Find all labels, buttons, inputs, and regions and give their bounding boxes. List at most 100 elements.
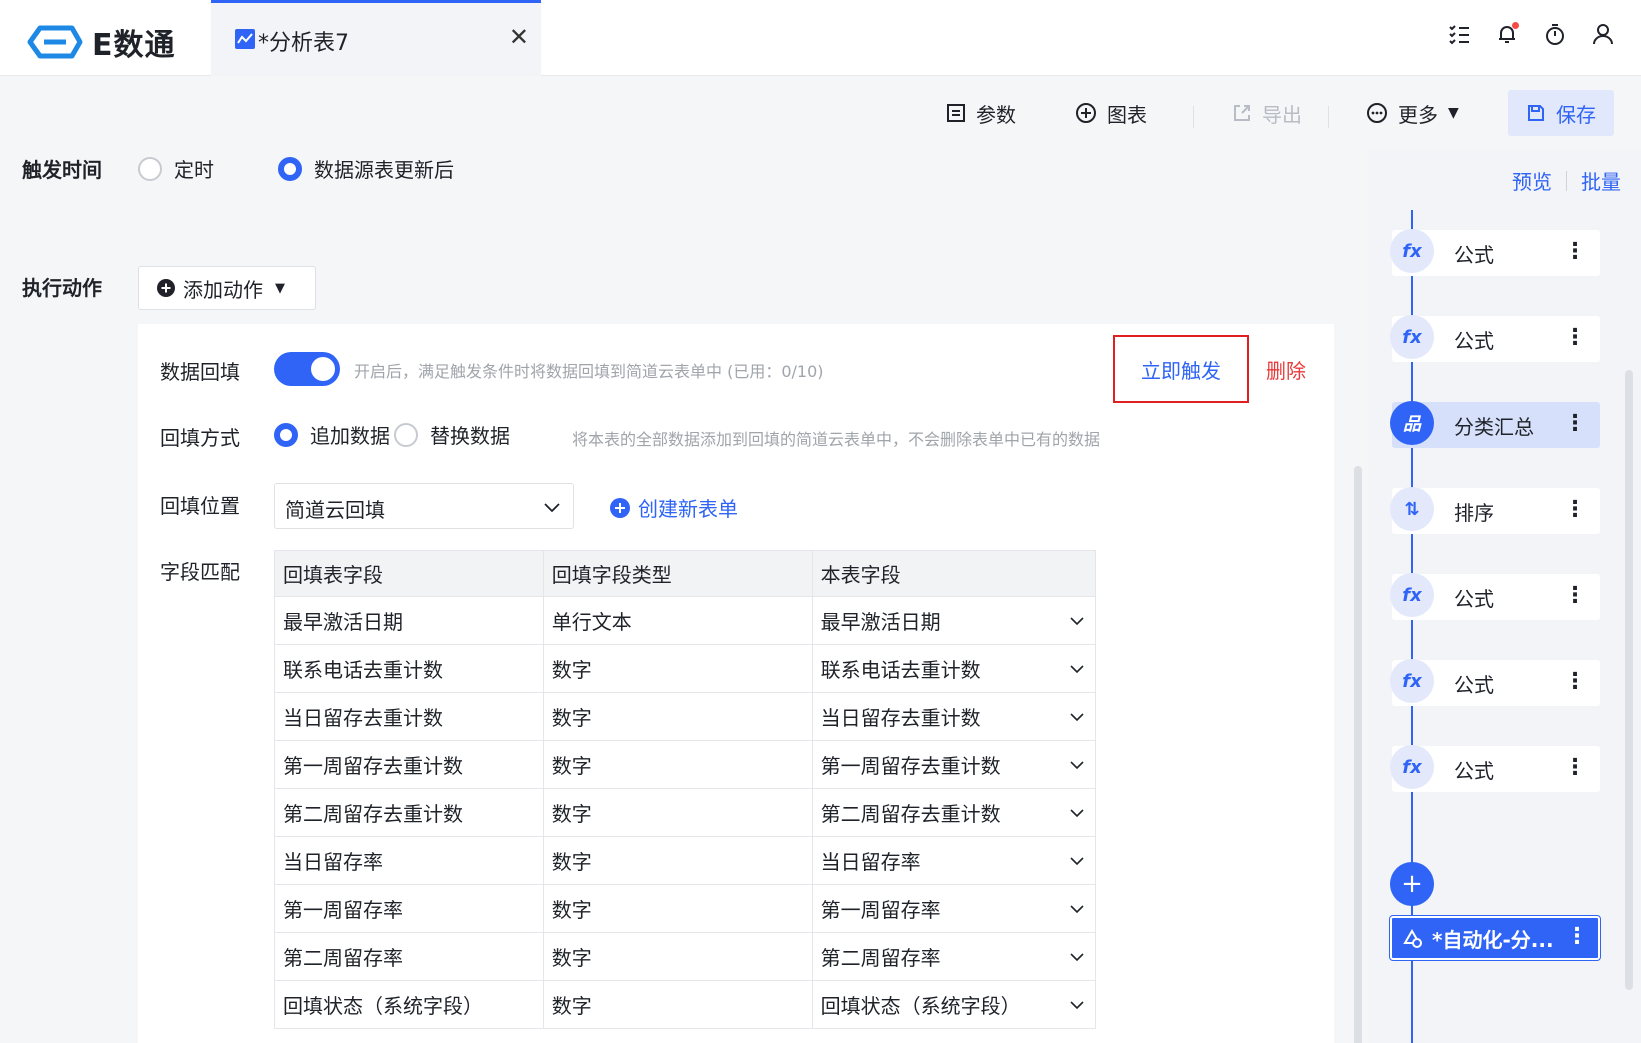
chevron-down-icon <box>1070 713 1084 722</box>
trigger-option-scheduled[interactable]: 定时 <box>138 154 214 183</box>
app-logo[interactable]: E数通 <box>26 22 176 63</box>
params-icon <box>947 104 965 122</box>
trigger-option-source-updated[interactable]: 数据源表更新后 <box>278 154 454 183</box>
automation-icon <box>1403 929 1422 948</box>
divider <box>1566 170 1567 191</box>
source-field-select[interactable]: 当日留存去重计数 <box>811 692 1097 741</box>
table-row: 第一周留存率 数字 第一周留存率 <box>274 884 1097 933</box>
source-field-select[interactable]: 第二周留存率 <box>811 932 1097 981</box>
backfill-toggle[interactable] <box>274 352 340 386</box>
step-node[interactable]: fx 公式 ⋮ <box>1390 315 1600 362</box>
cell-text: 当日留存去重计数 <box>820 706 981 730</box>
step-sidebar: 预览 批量 fx 公式 ⋮ fx 公式 ⋮ 品分类汇总 ⋮ ⇅ 排序 ⋮ fx 公式 ⋮ fx 公式 ⋮ fx 公式… <box>1370 150 1641 1043</box>
mode-option-label: 追加数据 <box>310 424 390 448</box>
cell-text: 当日留存去重计数 <box>283 706 443 730</box>
notification-dot <box>1512 22 1519 29</box>
table-cell: 第一周留存率 <box>274 884 544 933</box>
chart-label: 图表 <box>1107 102 1147 127</box>
preview-link[interactable]: 预览 <box>1512 166 1552 195</box>
source-field-select[interactable]: 回填状态（系统字段） <box>811 980 1097 1029</box>
backfill-location-select[interactable]: 简道云回填 <box>274 483 574 529</box>
step-label: 公式 <box>1454 758 1494 783</box>
mode-option-replace[interactable]: 替换数据 <box>394 420 510 449</box>
top-bar: E数通 *分析表7 ✕ <box>0 0 1641 76</box>
tab-close-icon[interactable]: ✕ <box>509 23 529 51</box>
tab-title: *分析表7 <box>258 31 349 56</box>
cell-text: 第二周留存率 <box>283 946 403 970</box>
cell-text: 数字 <box>551 754 592 778</box>
more-vertical-icon[interactable]: ⋮ <box>1564 496 1586 524</box>
cell-text: 第二周留存去重计数 <box>283 802 463 826</box>
chart-button[interactable]: 图表 <box>1075 90 1147 136</box>
create-form-link[interactable]: 创建新表单 <box>610 493 738 522</box>
radio-scheduled[interactable] <box>138 156 162 181</box>
backfill-hint: 开启后，满足触发条件时将数据回填到简道云表单中 (已用：0/10) <box>354 362 824 381</box>
toolbar: 参数 图表 导出 更多 ▼ 保存 <box>0 76 1641 150</box>
main-scrollbar[interactable] <box>1354 466 1362 1043</box>
caret-down-icon: ▼ <box>1448 105 1459 121</box>
table-cell: 回填状态（系统字段） <box>274 980 544 1029</box>
trigger-option-label: 数据源表更新后 <box>314 158 454 182</box>
more-button[interactable]: 更多 ▼ <box>1366 90 1459 136</box>
stopwatch-icon[interactable] <box>1543 22 1567 46</box>
save-button[interactable]: 保存 <box>1508 90 1614 136</box>
tab-analysis-sheet[interactable]: *分析表7 ✕ <box>211 0 541 76</box>
trigger-now-button[interactable]: 立即触发 <box>1113 335 1249 403</box>
chevron-down-icon <box>1070 617 1084 626</box>
automation-step[interactable]: *自动化-分... ⋮ <box>1389 915 1601 961</box>
source-field-select[interactable]: 最早激活日期 <box>811 596 1097 645</box>
more-vertical-icon[interactable]: ⋮ <box>1564 410 1586 438</box>
cell-text: 单行文本 <box>551 610 632 634</box>
step-label: 公式 <box>1454 672 1494 697</box>
more-vertical-icon[interactable]: ⋮ <box>1564 668 1586 696</box>
chevron-down-icon <box>1070 761 1084 770</box>
export-button[interactable]: 导出 <box>1232 90 1302 136</box>
list-check-icon[interactable] <box>1447 22 1471 46</box>
mode-option-append[interactable]: 追加数据 <box>274 420 390 449</box>
chevron-down-icon <box>1070 953 1084 962</box>
cell-text: 第一周留存率 <box>820 898 941 922</box>
step-node[interactable]: fx 公式 ⋮ <box>1390 573 1600 620</box>
cell-text: 联系电话去重计数 <box>283 658 443 682</box>
step-node[interactable]: fx 公式 ⋮ <box>1390 229 1600 276</box>
more-vertical-icon[interactable]: ⋮ <box>1566 924 1588 949</box>
mode-hint: 将本表的全部数据添加到回填的简道云表单中，不会删除表单中已有的数据 <box>572 430 1101 449</box>
radio-replace[interactable] <box>394 422 418 447</box>
more-vertical-icon[interactable]: ⋮ <box>1564 754 1586 782</box>
cell-text: 数字 <box>551 898 592 922</box>
plus-icon: + <box>1401 869 1423 899</box>
step-node[interactable]: fx 公式 ⋮ <box>1390 659 1600 706</box>
more-vertical-icon[interactable]: ⋮ <box>1564 582 1586 610</box>
step-node[interactable]: 品分类汇总 ⋮ <box>1390 401 1600 448</box>
sidebar-scrollbar[interactable] <box>1625 370 1633 990</box>
source-field-select[interactable]: 第一周留存去重计数 <box>811 740 1097 789</box>
action-label: 执行动作 <box>22 276 102 300</box>
radio-source-updated[interactable] <box>278 156 302 181</box>
cell-text: 当日留存率 <box>283 850 383 874</box>
step-node[interactable]: ⇅ 排序 ⋮ <box>1390 487 1600 534</box>
add-step-button[interactable]: + <box>1390 862 1434 906</box>
more-vertical-icon[interactable]: ⋮ <box>1564 238 1586 266</box>
add-action-button[interactable]: 添加动作 ▼ <box>138 266 316 310</box>
automation-label: *自动化-分... <box>1432 927 1554 952</box>
chevron-down-icon <box>1070 857 1084 866</box>
source-field-select[interactable]: 当日留存率 <box>811 836 1097 885</box>
source-field-select[interactable]: 联系电话去重计数 <box>811 644 1097 693</box>
source-field-select[interactable]: 第一周留存率 <box>811 884 1097 933</box>
cell-text: 回填状态（系统字段） <box>820 994 1021 1018</box>
cell-text: 第二周留存率 <box>820 946 941 970</box>
user-icon[interactable] <box>1591 22 1615 46</box>
fx-icon: fx <box>1390 229 1434 273</box>
step-node[interactable]: fx 公式 ⋮ <box>1390 745 1600 792</box>
more-vertical-icon[interactable]: ⋮ <box>1564 324 1586 352</box>
cell-text: 第一周留存去重计数 <box>820 754 1001 778</box>
notification-button[interactable] <box>1495 22 1519 46</box>
caret-down-icon: ▼ <box>275 280 285 296</box>
source-field-select[interactable]: 第二周留存去重计数 <box>811 788 1097 837</box>
radio-append[interactable] <box>274 422 298 447</box>
batch-link[interactable]: 批量 <box>1581 166 1621 195</box>
delete-button[interactable]: 删除 <box>1266 355 1306 384</box>
params-button[interactable]: 参数 <box>946 90 1016 136</box>
table-row: 第二周留存去重计数 数字 第二周留存去重计数 <box>274 788 1097 837</box>
table-cell: 第二周留存去重计数 <box>274 788 544 837</box>
